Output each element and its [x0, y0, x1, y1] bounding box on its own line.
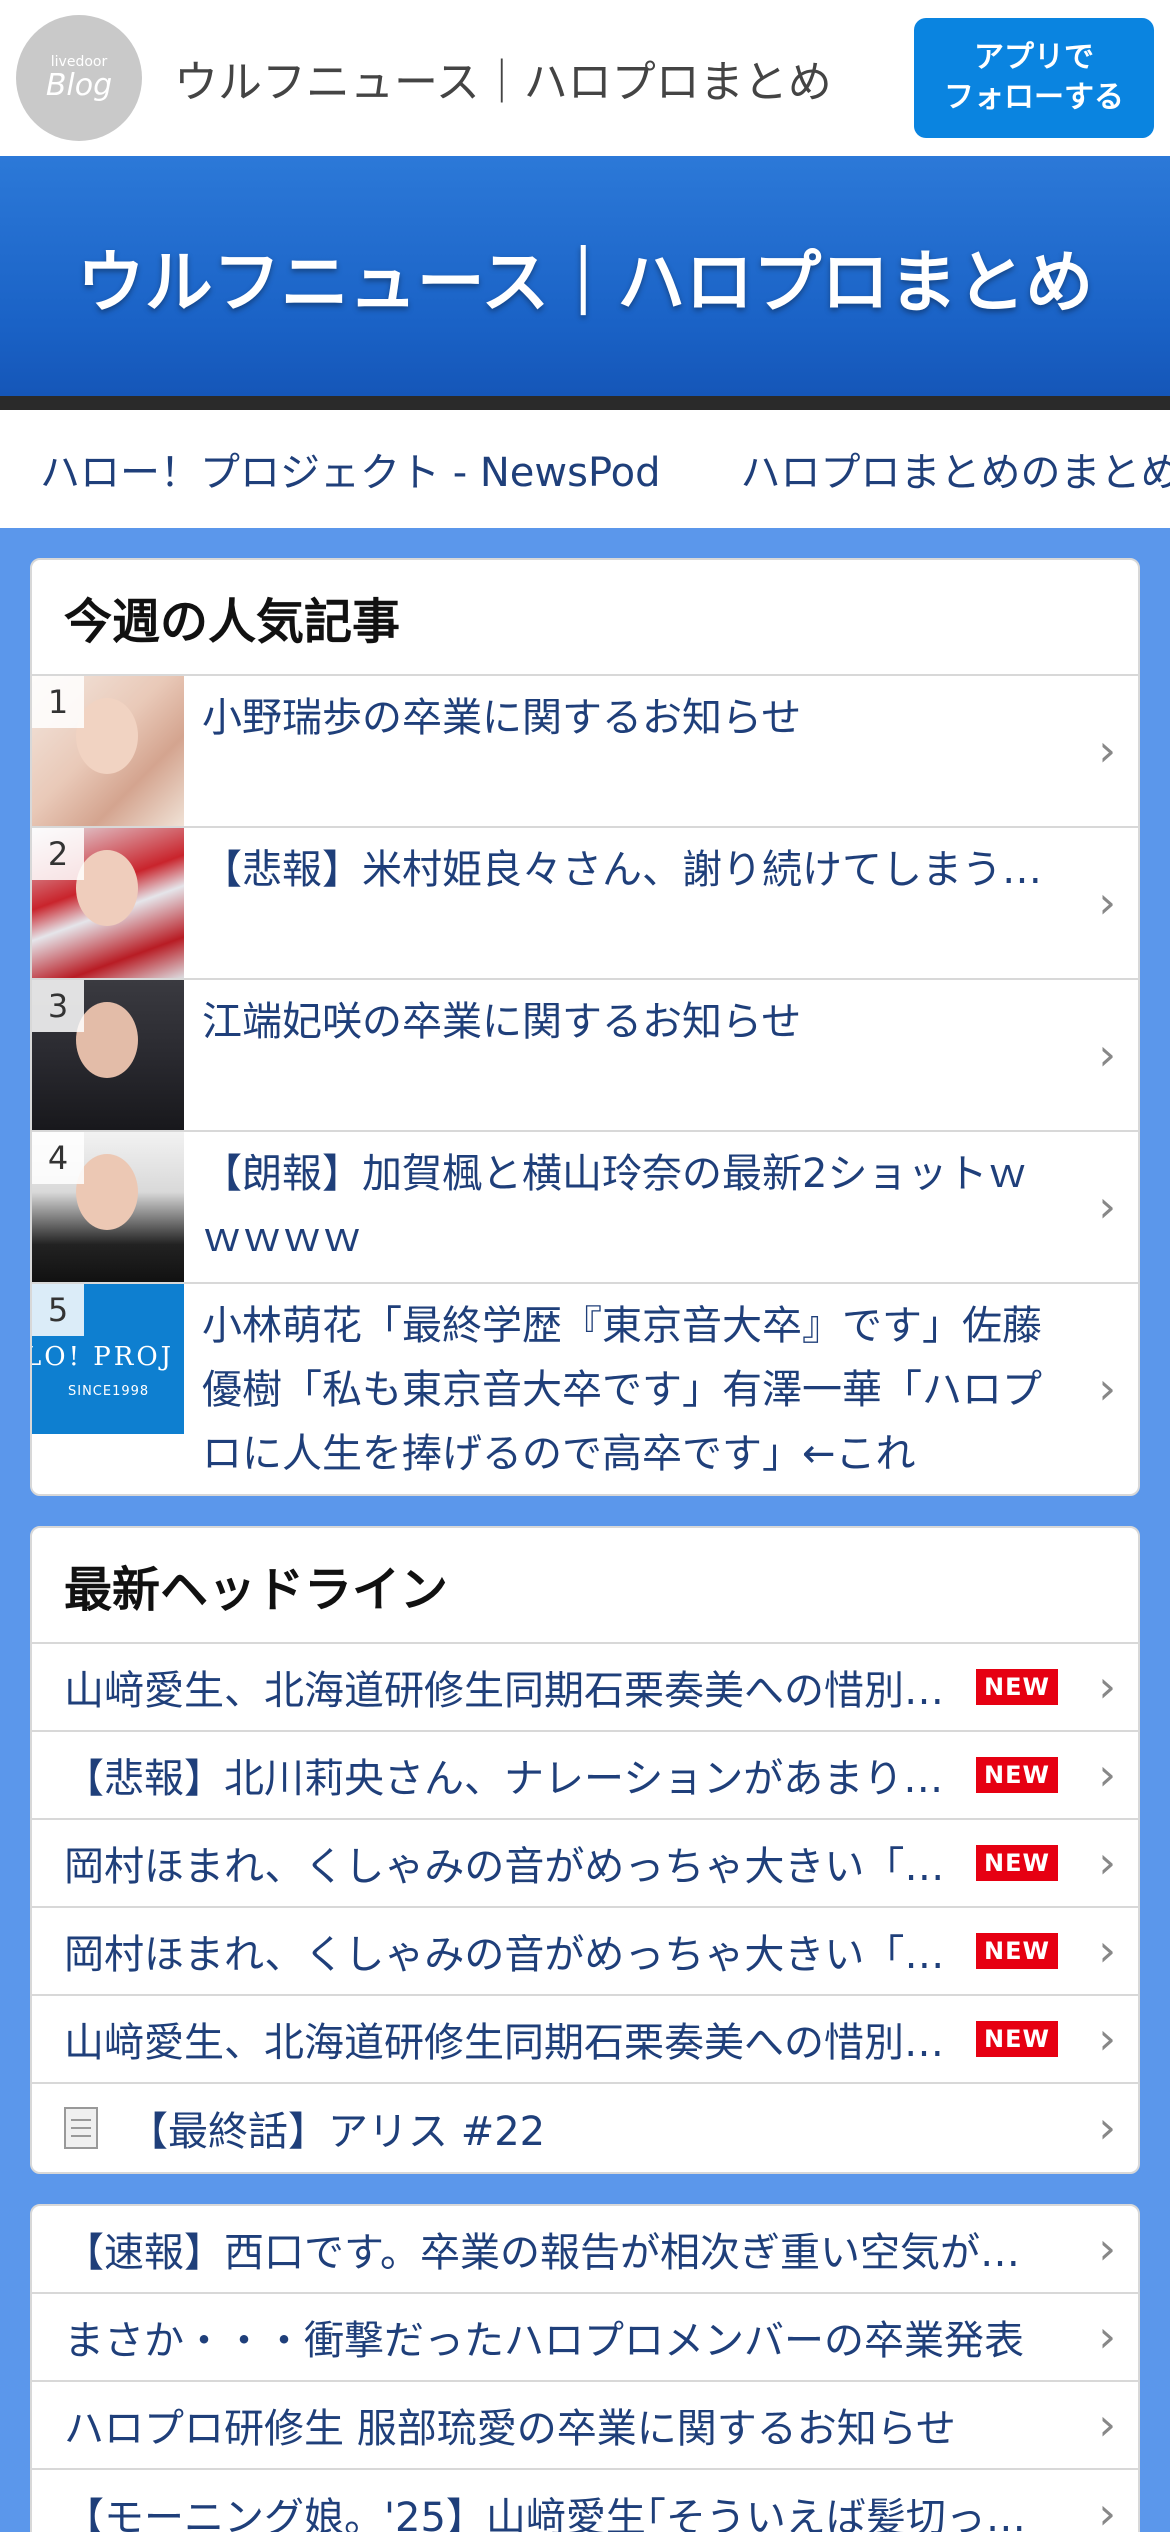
chevron-right-icon: › — [1098, 1925, 1116, 1977]
chevron-right-icon: › — [1098, 2399, 1116, 2451]
headline-text: 山﨑愛生、北海道研修生同期石栗奏美への惜別メッセージ — [64, 1668, 968, 1714]
article-thumbnail: 1 — [32, 676, 184, 826]
rank-number: 3 — [32, 980, 84, 1032]
ranking-item[interactable]: 2 【悲報】米村姫良々さん、謝り続けてしまう… › — [32, 828, 1138, 980]
link-strip-item[interactable]: ハロー！プロジェクト - NewsPod — [40, 440, 661, 498]
chevron-right-icon: › — [1098, 2102, 1116, 2154]
headline-text: 岡村ほまれ、くしゃみの音がめっちゃ大きい「ドン引き — [64, 1844, 969, 1890]
chevron-right-icon: › — [1098, 2013, 1116, 2065]
document-icon — [64, 2107, 98, 2149]
rank-number: 1 — [32, 676, 84, 728]
headline-text: 【速報】西口です。卒業の報告が相次ぎ重い空気が流れる — [64, 2230, 1058, 2276]
article-thumbnail: 4 — [32, 1132, 184, 1282]
new-badge: NEW — [976, 1757, 1058, 1793]
popular-articles-card: 今週の人気記事 1 小野瑞歩の卒業に関するお知らせ › 2 【悲報】米村姫良々さ… — [30, 558, 1140, 1496]
ranking-item-title: 小野瑞歩の卒業に関するお知らせ — [202, 695, 802, 741]
banner-title: ウルフニュース｜ハロプロまとめ — [76, 243, 1094, 323]
new-badge: NEW — [976, 1845, 1058, 1881]
ranking-item-title: 【朗報】加賀楓と横山玲奈の最新2ショットｗｗｗｗｗ — [202, 1151, 1028, 1261]
ranking-item[interactable]: 1 小野瑞歩の卒業に関するお知らせ › — [32, 676, 1138, 828]
thumbnail-logo-subtext: SINCE1998 — [68, 1384, 150, 1399]
article-thumbnail: 3 — [32, 980, 184, 1130]
livedoor-blog-logo[interactable]: livedoor Blog — [16, 15, 142, 141]
rank-number: 5 — [32, 1284, 84, 1336]
chevron-right-icon: › — [1098, 1029, 1116, 1081]
ranking-item[interactable]: 3 江端妃咲の卒業に関するお知らせ › — [32, 980, 1138, 1132]
ranking-item[interactable]: 5 LO! PROJ SINCE1998 小林萌花「最終学歴『東京音大卒』です」… — [32, 1284, 1138, 1494]
headline-text: 【モーニング娘。'25】山﨑愛生｢そういえば髪切ったよ — [64, 2495, 1058, 2532]
headline-row[interactable]: 山﨑愛生、北海道研修生同期石栗奏美への惜別メッセージ NEW › — [32, 1996, 1138, 2084]
new-badge: NEW — [976, 2021, 1058, 2057]
chevron-right-icon: › — [1098, 1363, 1116, 1415]
latest-headlines-title: 最新ヘッドライン — [32, 1528, 1138, 1644]
chevron-right-icon: › — [1098, 877, 1116, 929]
chevron-right-icon: › — [1098, 1749, 1116, 1801]
headline-row[interactable]: まさか・・・衝撃だったハロプロメンバーの卒業発表 › — [32, 2294, 1138, 2382]
headline-row[interactable]: 岡村ほまれ、くしゃみの音がめっちゃ大きい「ドン引き NEW › — [32, 1908, 1138, 1996]
headline-row[interactable]: 【モーニング娘。'25】山﨑愛生｢そういえば髪切ったよ › — [32, 2470, 1138, 2532]
rank-number: 4 — [32, 1132, 84, 1184]
site-title[interactable]: ウルフニュース｜ハロプロまとめ — [174, 46, 832, 110]
more-headlines-card: 【速報】西口です。卒業の報告が相次ぎ重い空気が流れる › まさか・・・衝撃だった… — [30, 2204, 1140, 2532]
chevron-right-icon: › — [1098, 1837, 1116, 1889]
follow-in-app-button[interactable]: アプリで フォローする — [914, 18, 1154, 138]
rank-number: 2 — [32, 828, 84, 880]
new-badge: NEW — [976, 1933, 1058, 1969]
headline-text: まさか・・・衝撃だったハロプロメンバーの卒業発表 — [64, 2318, 1024, 2364]
popular-articles-title: 今週の人気記事 — [32, 560, 1138, 676]
headline-row[interactable]: 【速報】西口です。卒業の報告が相次ぎ重い空気が流れる › — [32, 2206, 1138, 2294]
ranking-item-title: 小林萌花「最終学歴『東京音大卒』です」佐藤優樹「私も東京音大卒です」有澤一華「ハ… — [202, 1303, 1042, 1477]
top-bar: livedoor Blog ウルフニュース｜ハロプロまとめ アプリで フォローす… — [0, 0, 1170, 156]
link-strip-item[interactable]: ハロプロまとめのまとめア — [741, 440, 1170, 498]
chevron-right-icon: › — [1098, 1181, 1116, 1233]
ranking-item-title: 江端妃咲の卒業に関するお知らせ — [202, 999, 802, 1045]
headline-row[interactable]: 山﨑愛生、北海道研修生同期石栗奏美への惜別メッセージ NEW › — [32, 1644, 1138, 1732]
headline-text: 【悲報】北川莉央さん、ナレーションがあまりにも — [64, 1756, 969, 1802]
ranking-item-title: 【悲報】米村姫良々さん、謝り続けてしまう… — [202, 847, 1042, 893]
link-strip: ハロー！プロジェクト - NewsPod ハロプロまとめのまとめア — [0, 410, 1170, 528]
headline-row[interactable]: 【最終話】アリス #22 › — [32, 2084, 1138, 2172]
article-thumbnail: 5 LO! PROJ SINCE1998 — [32, 1284, 184, 1434]
latest-headlines-card: 最新ヘッドライン 山﨑愛生、北海道研修生同期石栗奏美への惜別メッセージ NEW … — [30, 1526, 1140, 2174]
headline-text: ハロプロ研修生 服部琉愛の卒業に関するお知らせ — [64, 2406, 956, 2452]
headline-row[interactable]: 【悲報】北川莉央さん、ナレーションがあまりにも NEW › — [32, 1732, 1138, 1820]
headline-text: 岡村ほまれ、くしゃみの音がめっちゃ大きい「ドン引き — [64, 1932, 969, 1978]
article-thumbnail: 2 — [32, 828, 184, 978]
headline-text: 【最終話】アリス #22 — [128, 2109, 546, 2155]
thumbnail-logo-text: LO! PROJ — [32, 1342, 175, 1372]
chevron-right-icon: › — [1098, 725, 1116, 777]
blog-banner[interactable]: ウルフニュース｜ハロプロまとめ — [0, 156, 1170, 410]
headline-row[interactable]: 岡村ほまれ、くしゃみの音がめっちゃ大きい「ドン引き NEW › — [32, 1820, 1138, 1908]
headline-row[interactable]: ハロプロ研修生 服部琉愛の卒業に関するお知らせ › — [32, 2382, 1138, 2470]
ranking-item[interactable]: 4 【朗報】加賀楓と横山玲奈の最新2ショットｗｗｗｗｗ › — [32, 1132, 1138, 1284]
headline-text: 山﨑愛生、北海道研修生同期石栗奏美への惜別メッセージ — [64, 2020, 968, 2066]
chevron-right-icon: › — [1098, 2488, 1116, 2532]
chevron-right-icon: › — [1098, 2223, 1116, 2275]
chevron-right-icon: › — [1098, 1661, 1116, 1713]
new-badge: NEW — [976, 1669, 1058, 1705]
logo-big-text: Blog — [45, 68, 113, 103]
chevron-right-icon: › — [1098, 2311, 1116, 2363]
